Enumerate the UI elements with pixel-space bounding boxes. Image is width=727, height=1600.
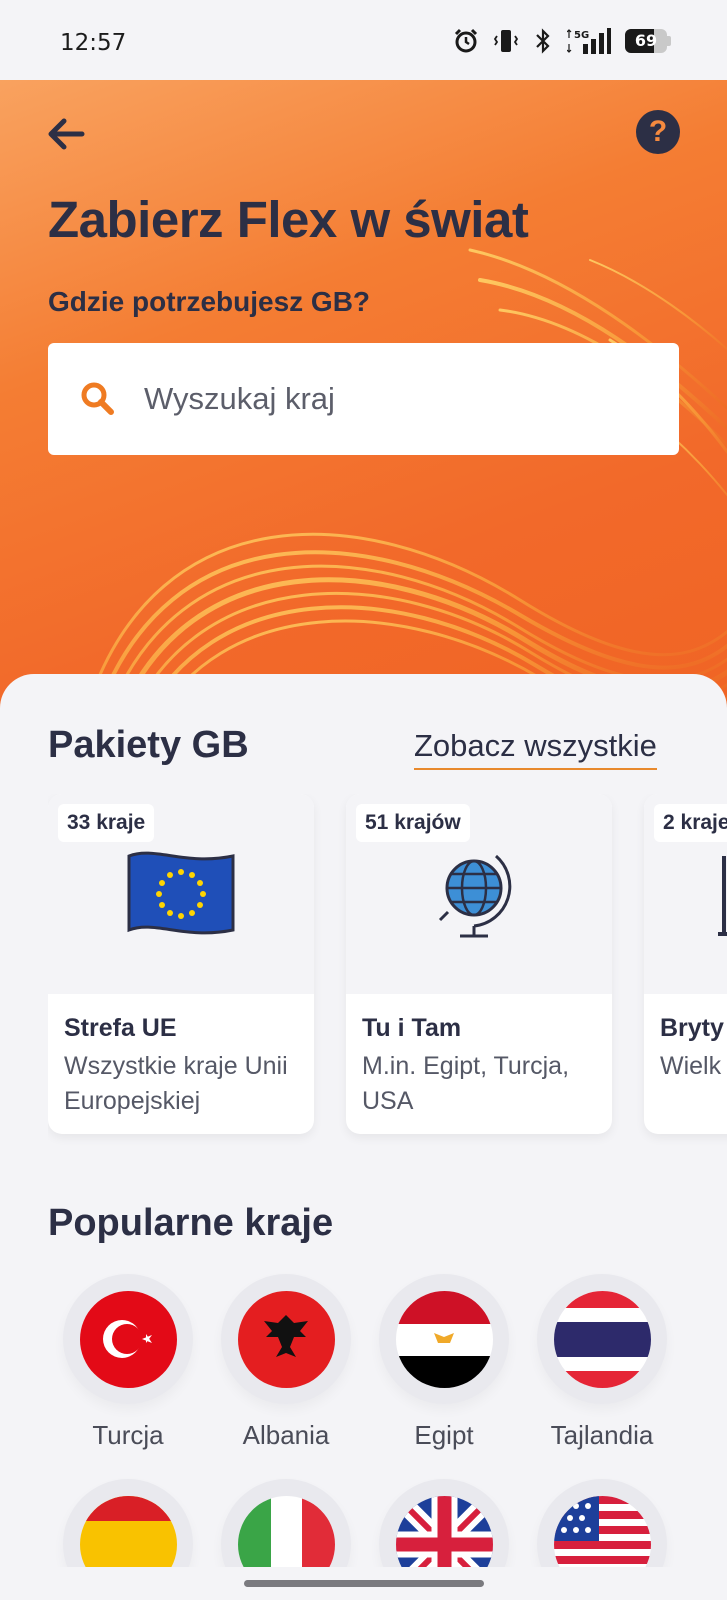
back-button[interactable] — [42, 110, 90, 158]
country-tajlandia[interactable]: Tajlandia — [527, 1274, 677, 1451]
question-icon: ? — [648, 115, 668, 148]
country-turcja[interactable]: Turcja — [53, 1274, 203, 1451]
battery-indicator: 69 — [625, 29, 671, 53]
arrow-left-icon — [48, 118, 85, 150]
package-name: Tu i Tam — [362, 1014, 462, 1042]
package-card-eu[interactable]: 33 kraje Strefa UE Wszystkie kraje Unii … — [48, 794, 314, 1134]
package-badge: 51 krajów — [356, 804, 470, 842]
turkey-flag-icon — [79, 1290, 177, 1388]
package-description: Wszystkie kraje Unii Europejskiej — [64, 1052, 288, 1115]
package-card-uk[interactable]: 2 kraje Bryty Wielk Gibra — [644, 794, 727, 1134]
signal-5g-icon: 5G — [567, 28, 611, 54]
country-egipt[interactable]: Egipt — [369, 1274, 519, 1451]
thailand-flag-icon — [553, 1290, 651, 1388]
egypt-flag-icon — [395, 1290, 493, 1388]
package-card-tu-i-tam[interactable]: 51 krajów Tu i Tam M.in. Egipt, Turcja, … — [346, 794, 612, 1134]
content-panel: Pakiety GB Zobacz wszystkie 33 kraje Str… — [0, 674, 727, 1600]
packages-title: Pakiety GB — [48, 724, 249, 766]
package-description: Wielk Gibra — [660, 1052, 727, 1080]
popular-title: Popularne kraje — [48, 1202, 334, 1244]
home-gesture-handle[interactable] — [244, 1580, 484, 1587]
page-subtitle: Gdzie potrzebujesz GB? — [48, 286, 371, 317]
country-label: Tajlandia — [550, 1420, 654, 1450]
bluetooth-icon — [536, 28, 550, 54]
page-title: Zabierz Flex w świat — [48, 191, 529, 248]
vibrate-icon — [493, 30, 519, 52]
phone-booth-icon — [718, 856, 727, 936]
albania-flag-icon — [237, 1290, 335, 1388]
status-time: 12:57 — [60, 30, 127, 56]
package-badge: 33 kraje — [58, 804, 155, 842]
country-albania[interactable]: Albania — [211, 1274, 361, 1451]
status-icons: 5G 69 — [453, 28, 671, 54]
country-label: Albania — [242, 1420, 330, 1450]
country-label: Turcja — [92, 1420, 164, 1450]
help-button[interactable]: ? — [636, 110, 680, 154]
svg-text:5G: 5G — [574, 30, 589, 41]
globe-icon — [438, 854, 512, 938]
package-name: Bryty — [660, 1014, 724, 1042]
alarm-icon — [454, 28, 478, 53]
package-badge: 2 kraje — [654, 804, 727, 842]
see-all-link[interactable]: Zobacz wszystkie — [414, 728, 657, 770]
gesture-navigation-bar — [0, 1567, 727, 1600]
country-label: Egipt — [414, 1420, 474, 1450]
status-bar: 12:57 5G 69 — [0, 0, 727, 80]
hero-banner: ? Zabierz Flex w świat Gdzie potrzebujes… — [0, 80, 727, 720]
search-icon — [81, 382, 114, 415]
package-description: M.in. Egipt, Turcja, USA — [362, 1052, 570, 1115]
eu-flag-icon — [127, 851, 235, 935]
packages-carousel[interactable]: 33 kraje Strefa UE Wszystkie kraje Unii … — [48, 794, 727, 1154]
search-input[interactable]: Wyszukaj kraj — [48, 343, 679, 455]
package-name: Strefa UE — [64, 1014, 177, 1042]
battery-level: 69 — [634, 31, 658, 50]
search-placeholder: Wyszukaj kraj — [144, 381, 335, 416]
